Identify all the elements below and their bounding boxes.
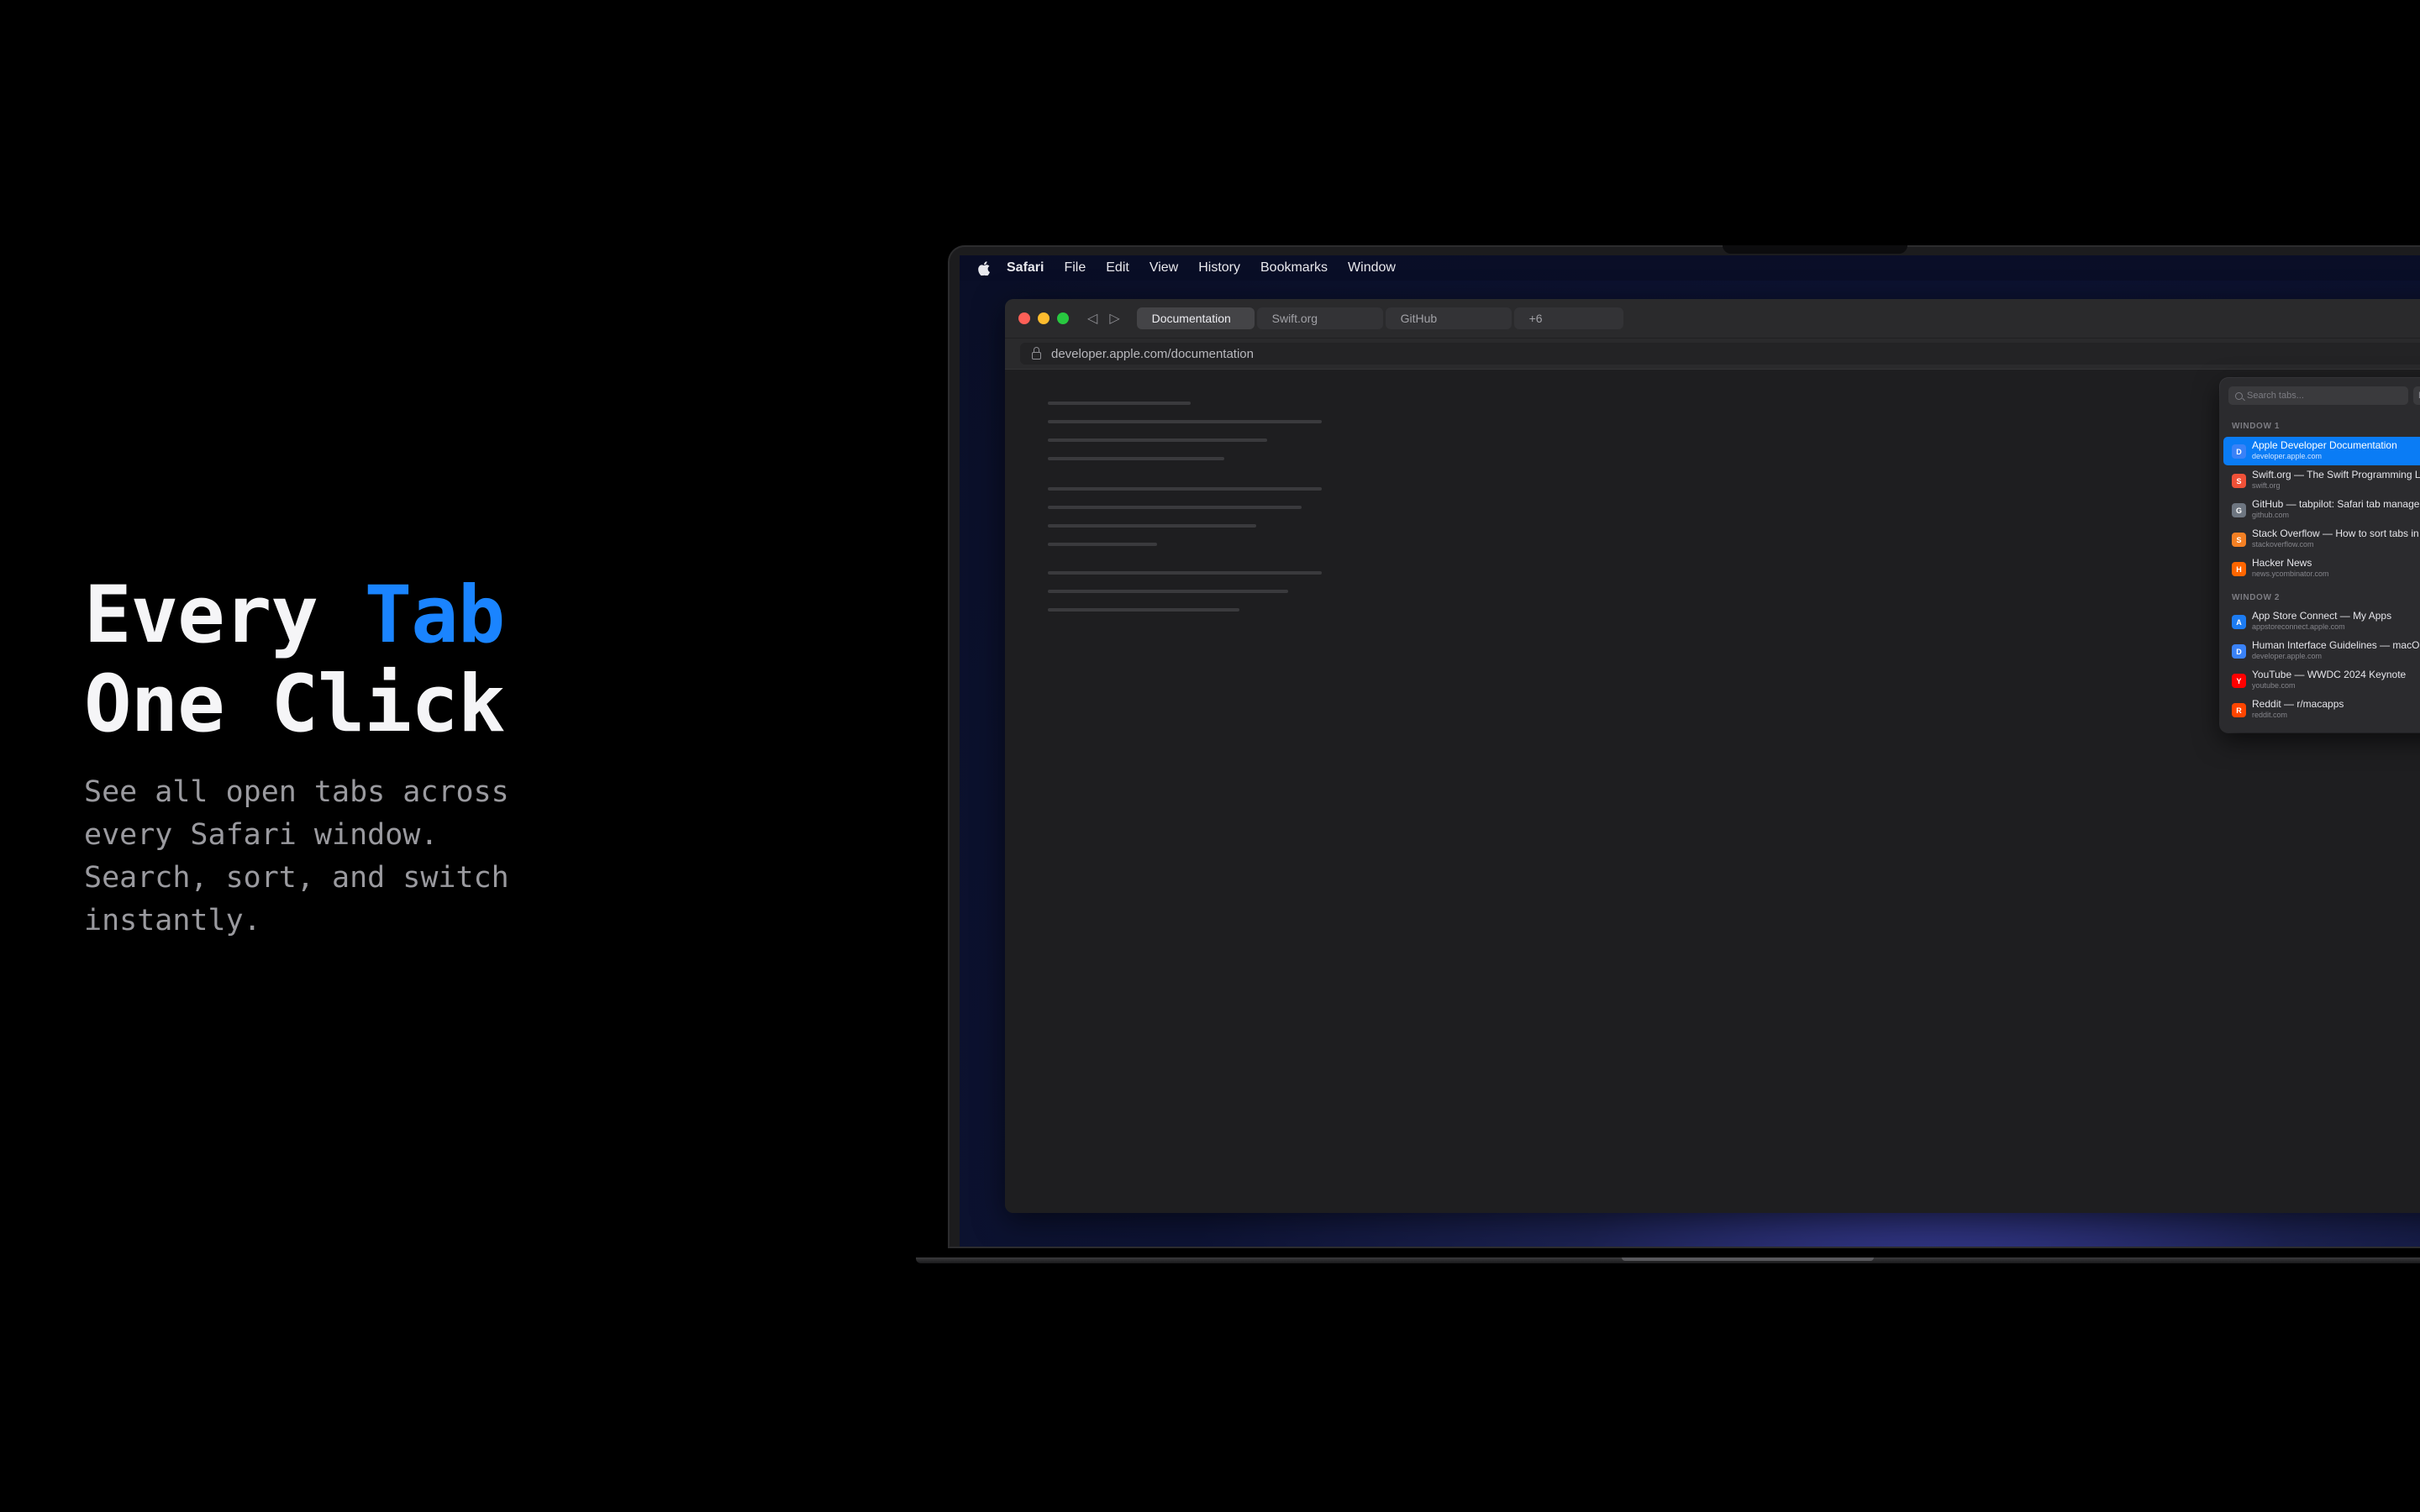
favicon-icon: R [2232, 703, 2246, 717]
tab-documentation[interactable]: Documentation [1136, 307, 1255, 329]
favicon-icon: Y [2232, 674, 2246, 688]
tab-github[interactable]: GitHub [1385, 307, 1512, 329]
lock-icon [1032, 346, 1041, 360]
search-icon [2235, 392, 2243, 400]
zoom-button[interactable] [1057, 312, 1069, 324]
skeleton-line [1048, 438, 1267, 442]
menu-bookmarks[interactable]: Bookmarks [1260, 260, 1328, 276]
tab-row-domain: developer.apple.com [2252, 652, 2323, 660]
skeleton-line [1048, 457, 1224, 460]
tab-row[interactable]: Y YouTube — WWDC 2024 Keynote youtube.co… [2223, 666, 2420, 695]
hero-description: See all open tabs across every Safari wi… [84, 775, 509, 937]
skeleton-line [1048, 524, 1256, 528]
sort-button[interactable]: L [2413, 386, 2420, 405]
group-header-window-2: WINDOW 2 [2232, 593, 2281, 602]
tab-row[interactable]: S Swift.org — The Swift Programming La s… [2223, 466, 2420, 495]
tab-swift-org[interactable]: Swift.org [1256, 307, 1383, 329]
tab-row-title: App Store Connect — My Apps [2252, 610, 2392, 622]
skeleton-line [1048, 608, 1239, 612]
laptop-base-lip [1622, 1257, 1874, 1261]
tab-row-domain: reddit.com [2252, 711, 2288, 719]
favicon-icon: S [2232, 474, 2246, 488]
address-bar: developer.apple.com/documentation [1005, 338, 2420, 370]
tab-row-domain: github.com [2252, 511, 2290, 519]
hero: Every Tab One Click See all open tabs ac… [84, 571, 622, 942]
url-field[interactable]: developer.apple.com/documentation [1020, 343, 2420, 365]
group-header-window-1: WINDOW 1 [2232, 422, 2281, 431]
tab-row-domain: youtube.com [2252, 681, 2296, 690]
tab-row[interactable]: D Apple Developer Documentation develope… [2223, 437, 2420, 465]
tab-row[interactable]: D Human Interface Guidelines — macOS dev… [2223, 637, 2420, 665]
skeleton-line [1048, 487, 1322, 491]
tab-row[interactable]: A App Store Connect — My Apps appstoreco… [2223, 607, 2420, 636]
skeleton-line [1048, 543, 1157, 546]
skeleton-line [1048, 506, 1302, 509]
skeleton-line [1048, 571, 1322, 575]
minimize-button[interactable] [1038, 312, 1050, 324]
titlebar: ◁ ▷ Documentation Swift.org GitHub +6 [1005, 299, 2420, 338]
tab-row[interactable]: H Hacker News news.ycombinator.com [2223, 554, 2420, 583]
headline-prefix: Every [84, 570, 365, 661]
tab-bar: Documentation Swift.org GitHub +6 [1136, 307, 1623, 329]
forward-icon[interactable]: ▷ [1109, 310, 1119, 327]
tab-overflow-count[interactable]: +6 [1513, 307, 1623, 329]
tab-row-title: Swift.org — The Swift Programming La [2252, 469, 2420, 480]
favicon-icon: A [2232, 615, 2246, 629]
tab-row[interactable]: S Stack Overflow — How to sort tabs in .… [2223, 525, 2420, 554]
menu-file[interactable]: File [1064, 260, 1086, 276]
favicon-icon: D [2232, 444, 2246, 459]
favicon-icon: D [2232, 644, 2246, 659]
tab-row-title: Stack Overflow — How to sort tabs in ... [2252, 528, 2420, 539]
headline-line-1: Every Tab [84, 571, 622, 660]
tab-row[interactable]: R Reddit — r/macapps reddit.com [2223, 696, 2420, 724]
tab-row[interactable]: G GitHub — tabpilot: Safari tab manager … [2223, 496, 2420, 524]
tab-row-title: GitHub — tabpilot: Safari tab manager [2252, 498, 2420, 510]
tab-row-title: Reddit — r/macapps [2252, 698, 2344, 710]
headline-accent: Tab [364, 570, 506, 661]
tab-row-title: YouTube — WWDC 2024 Keynote [2252, 669, 2407, 680]
page-content: L WINDOW 1 D Apple Developer Documentati… [1005, 370, 2420, 1213]
menu-app-name[interactable]: Safari [1007, 260, 1044, 276]
tab-row-title: Hacker News [2252, 557, 2312, 569]
skeleton-line [1048, 420, 1322, 423]
tab-row-domain: appstoreconnect.apple.com [2252, 622, 2345, 631]
favicon-icon: G [2232, 503, 2246, 517]
tab-row-domain: developer.apple.com [2252, 452, 2323, 460]
traffic-lights [1018, 312, 1069, 324]
tab-row-domain: stackoverflow.com [2252, 540, 2314, 549]
skeleton-line [1048, 590, 1288, 593]
tab-row-domain: swift.org [2252, 481, 2281, 490]
apple-icon[interactable] [978, 260, 990, 276]
tab-switcher-popover: L WINDOW 1 D Apple Developer Documentati… [2220, 378, 2420, 732]
back-icon[interactable]: ◁ [1087, 310, 1097, 327]
menu-history[interactable]: History [1198, 260, 1240, 276]
camera-notch [1723, 245, 1907, 254]
tab-row-domain: news.ycombinator.com [2252, 570, 2329, 578]
laptop-screen: Safari File Edit View History Bookmarks … [960, 255, 2420, 1247]
close-button[interactable] [1018, 312, 1030, 324]
tab-row-title: Apple Developer Documentation [2252, 439, 2397, 451]
menubar: Safari File Edit View History Bookmarks … [960, 255, 2420, 281]
tab-row-title: Human Interface Guidelines — macOS [2252, 639, 2420, 651]
favicon-icon: H [2232, 562, 2246, 576]
laptop-mockup: Safari File Edit View History Bookmarks … [950, 245, 2420, 1247]
skeleton-line [1048, 402, 1191, 405]
headline-line-2: One Click [84, 659, 505, 750]
safari-window: ◁ ▷ Documentation Swift.org GitHub +6 de… [1005, 299, 2420, 1213]
headline: Every Tab One Click [84, 571, 622, 749]
url-text: developer.apple.com/documentation [1051, 346, 1254, 361]
menu-view[interactable]: View [1150, 260, 1178, 276]
menu-edit[interactable]: Edit [1106, 260, 1129, 276]
favicon-icon: S [2232, 533, 2246, 547]
search-input[interactable] [2228, 386, 2408, 405]
menu-window[interactable]: Window [1348, 260, 1396, 276]
